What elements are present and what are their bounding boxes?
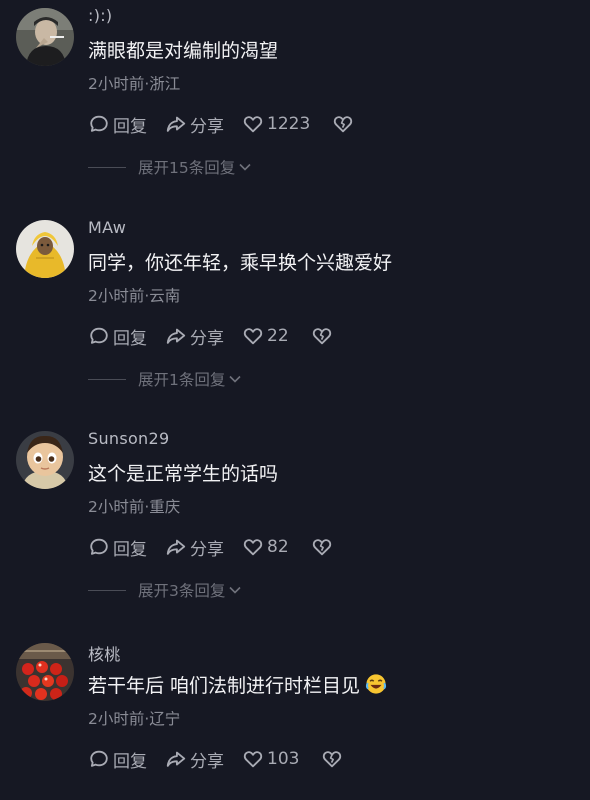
heart-icon	[243, 328, 263, 345]
like-count: 1223	[267, 114, 311, 134]
divider	[88, 378, 126, 380]
expand-replies-label: 展开15条回复	[138, 159, 236, 177]
share-arrow-icon	[166, 751, 186, 767]
share-label: 分享	[190, 328, 224, 349]
heart-icon	[243, 539, 263, 556]
comment-text: 若干年后 咱们法制进行时栏目见	[88, 671, 387, 700]
comment-actions: 回复 分享 22	[88, 324, 354, 349]
username[interactable]: :):)	[88, 6, 112, 25]
chevron-down-icon	[229, 586, 241, 594]
reply-button[interactable]: 回复	[88, 112, 147, 137]
share-label: 分享	[190, 539, 224, 560]
broken-heart-icon	[312, 328, 331, 345]
username[interactable]: 核桃	[88, 641, 121, 665]
share-button[interactable]: 分享	[165, 324, 224, 349]
reply-label: 回复	[113, 751, 147, 772]
broken-heart-icon	[334, 116, 353, 133]
reply-label: 回复	[113, 328, 147, 349]
like-button[interactable]: 22	[242, 325, 289, 347]
username[interactable]: Sunson29	[88, 429, 169, 448]
expand-replies[interactable]: 展开15条回复	[88, 156, 252, 178]
reply-button[interactable]: 回复	[88, 324, 147, 349]
candied-haws-avatar-icon	[16, 643, 74, 701]
expand-replies[interactable]: 展开1条回复	[88, 368, 242, 390]
comment-text: 满眼都是对编制的渴望	[88, 40, 279, 62]
expand-replies[interactable]: 展开3条回复	[88, 579, 242, 601]
reply-label: 回复	[113, 116, 147, 137]
share-button[interactable]: 分享	[165, 747, 224, 772]
divider	[88, 166, 126, 168]
divider	[88, 589, 126, 591]
chevron-down-icon	[229, 375, 241, 383]
share-arrow-icon	[166, 116, 186, 132]
comment-text: 这个是正常学生的话吗	[88, 463, 279, 485]
comment-meta: 2小时前·辽宁	[88, 710, 181, 728]
share-label: 分享	[190, 116, 224, 137]
laughing-crying-emoji-icon	[365, 673, 387, 700]
like-count: 103	[267, 749, 300, 769]
broken-heart-icon	[312, 539, 331, 556]
dislike-button[interactable]	[311, 536, 336, 558]
comment-text-content: 若干年后 咱们法制进行时栏目见	[88, 675, 361, 697]
share-arrow-icon	[166, 328, 186, 344]
reply-button[interactable]: 回复	[88, 535, 147, 560]
comment-meta: 2小时前·云南	[88, 287, 181, 305]
like-count: 82	[267, 537, 289, 557]
comment-actions: 回复 分享 103	[88, 747, 364, 772]
avatar[interactable]	[16, 8, 74, 66]
chat-bubble-icon	[90, 327, 108, 344]
heart-icon	[243, 116, 263, 133]
share-arrow-icon	[166, 539, 186, 555]
comment-meta: 2小时前·重庆	[88, 498, 181, 516]
like-count: 22	[267, 326, 289, 346]
avatar[interactable]	[16, 431, 74, 489]
chat-bubble-icon	[90, 115, 108, 132]
share-label: 分享	[190, 751, 224, 772]
chat-bubble-icon	[90, 538, 108, 555]
reply-button[interactable]: 回复	[88, 747, 147, 772]
chat-bubble-icon	[90, 750, 108, 767]
share-button[interactable]: 分享	[165, 535, 224, 560]
heart-icon	[243, 751, 263, 768]
like-button[interactable]: 1223	[242, 113, 310, 135]
like-button[interactable]: 82	[242, 536, 289, 558]
dislike-button[interactable]	[311, 325, 336, 347]
username[interactable]: MAw	[88, 218, 126, 237]
cartoon-girl-avatar-icon	[16, 431, 74, 489]
comment-text: 同学，你还年轻，乘早换个兴趣爱好	[88, 252, 393, 274]
man-smoking-avatar-icon	[16, 8, 74, 66]
dislike-button[interactable]	[321, 748, 346, 770]
comment-actions: 回复 分享 82	[88, 535, 354, 560]
reply-label: 回复	[113, 539, 147, 560]
yellow-raincoat-avatar-icon	[16, 220, 74, 278]
expand-replies-label: 展开1条回复	[138, 371, 226, 389]
comment-meta: 2小时前·浙江	[88, 75, 181, 93]
dislike-button[interactable]	[332, 113, 357, 135]
avatar[interactable]	[16, 220, 74, 278]
avatar[interactable]	[16, 643, 74, 701]
broken-heart-icon	[323, 751, 342, 768]
chevron-down-icon	[239, 163, 251, 171]
expand-replies-label: 展开3条回复	[138, 582, 226, 600]
share-button[interactable]: 分享	[165, 112, 224, 137]
like-button[interactable]: 103	[242, 748, 299, 770]
comment-actions: 回复 分享 1223	[88, 112, 375, 137]
